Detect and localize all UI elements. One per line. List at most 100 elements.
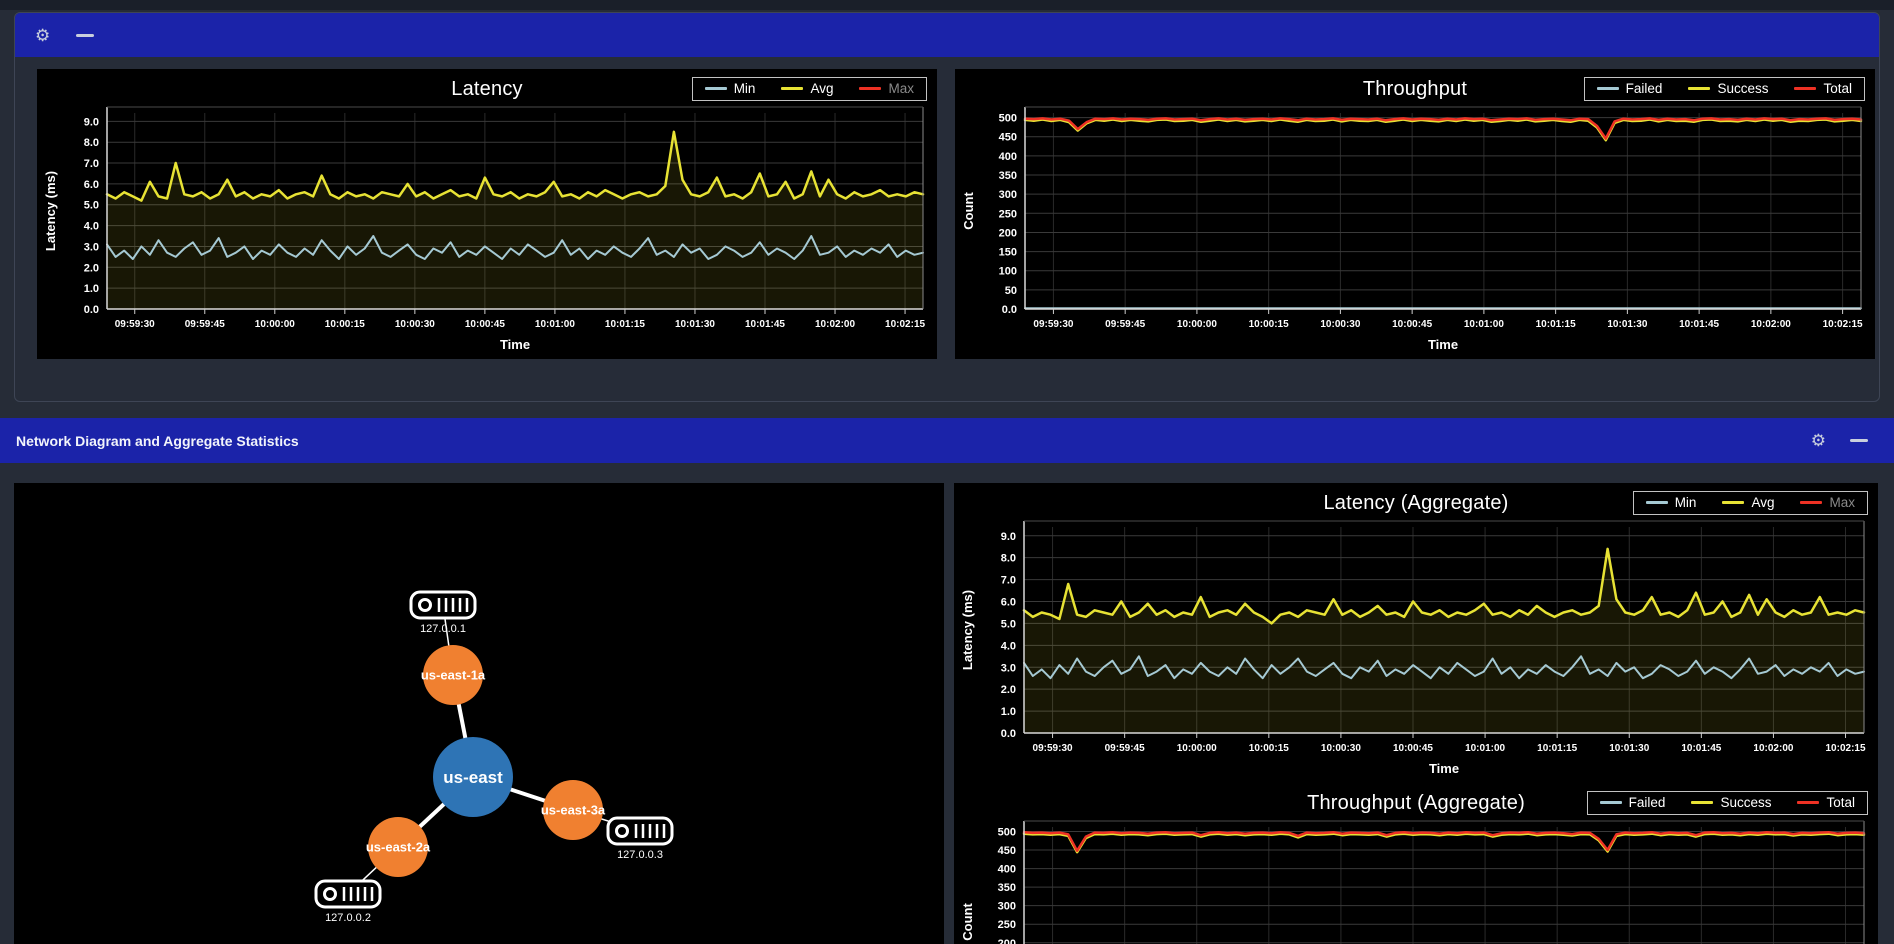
plot-area[interactable]: 9.08.07.06.05.04.03.02.01.00.009:59:3009… [954,483,1878,783]
gear-icon[interactable]: ⚙ [35,27,50,44]
x-tick-label: 10:00:45 [465,319,505,330]
x-tick-label: 09:59:30 [115,319,155,330]
node-label: us-east-3a [541,803,606,818]
network-diagram[interactable]: 127.0.0.1127.0.0.2127.0.0.3us-eastus-eas… [14,483,944,944]
throughput-chart[interactable]: Throughput FailedSuccessTotal 5004504003… [955,69,1875,359]
node-us-east-1a[interactable]: us-east-1a [421,645,486,705]
legend-item-avg[interactable]: Avg [1722,495,1774,510]
y-tick-label: 200 [999,227,1017,239]
y-tick-label: 350 [998,882,1016,894]
y-tick-label: 5.0 [84,200,99,212]
legend-item-success[interactable]: Success [1688,81,1768,96]
throughput-aggregate-chart[interactable]: Throughput (Aggregate) FailedSuccessTota… [954,783,1878,944]
server-icon[interactable] [608,818,672,844]
y-tick-label: 6.0 [1001,597,1016,609]
y-tick-label: 350 [999,170,1017,182]
y-axis-title: Count [960,903,975,941]
y-tick-label: 1.0 [1001,706,1016,718]
legend-item-failed[interactable]: Failed [1600,795,1666,810]
top-strip [0,0,1894,10]
network-panel-header: Network Diagram and Aggregate Statistics… [0,418,1894,463]
x-tick-label: 10:01:15 [1537,743,1577,754]
legend-item-failed[interactable]: Failed [1597,81,1663,96]
panel-title: Network Diagram and Aggregate Statistics [16,433,299,449]
x-tick-label: 09:59:30 [1033,319,1073,330]
legend-item-total[interactable]: Total [1794,81,1852,96]
network-diagram-canvas[interactable]: 127.0.0.1127.0.0.2127.0.0.3us-eastus-eas… [14,483,944,944]
x-tick-label: 10:01:45 [1681,743,1721,754]
y-tick-label: 4.0 [1001,640,1016,652]
y-tick-label: 450 [998,845,1016,857]
latency-chart[interactable]: Latency MinAvgMax 9.08.07.06.05.04.03.02… [37,69,937,359]
throughput-aggregate-legend: Failed Success Total [1587,791,1868,815]
latency-aggregate-chart[interactable]: Latency (Aggregate) MinAvgMax 9.08.07.06… [954,483,1878,783]
charts-panel: ⚙ Latency MinAvgMax 9.08.07.06.05.04.03.… [14,12,1880,402]
y-tick-label: 3.0 [1001,662,1016,674]
y-tick-label: 150 [999,247,1017,259]
latency-legend: Min Avg Max [692,77,927,101]
x-tick-label: 10:00:00 [1177,743,1217,754]
legend-item-total[interactable]: Total [1797,795,1855,810]
server-icon[interactable] [316,881,380,907]
legend-item-max[interactable]: Max [1800,495,1855,510]
y-tick-label: 2.0 [1001,684,1016,696]
server-icon[interactable] [411,592,475,618]
x-tick-label: 10:00:45 [1393,743,1433,754]
host-ip-label: 127.0.0.3 [617,849,663,861]
y-tick-label: 4.0 [84,221,99,233]
legend-item-min[interactable]: Min [705,81,756,96]
y-tick-label: 400 [998,864,1016,876]
x-axis-title: Time [500,337,530,352]
x-tick-label: 10:01:45 [745,319,785,330]
legend-item-success[interactable]: Success [1691,795,1771,810]
x-tick-label: 10:00:15 [325,319,365,330]
y-tick-label: 0.0 [1001,728,1016,740]
x-tick-label: 09:59:45 [185,319,225,330]
y-tick-label: 400 [999,151,1017,163]
x-tick-label: 10:00:00 [255,319,295,330]
x-tick-label: 10:01:15 [605,319,645,330]
y-tick-label: 1.0 [84,283,99,295]
x-tick-label: 10:01:00 [1465,743,1505,754]
host-ip-label: 127.0.0.2 [325,912,371,924]
y-tick-label: 450 [999,132,1017,144]
latency-aggregate-legend: Min Avg Max [1633,491,1868,515]
x-tick-label: 10:02:15 [1826,743,1866,754]
minimize-icon[interactable] [1850,439,1868,442]
legend-item-min[interactable]: Min [1646,495,1697,510]
y-tick-label: 3.0 [84,241,99,253]
plot-area[interactable]: 9.08.07.06.05.04.03.02.01.00.009:59:3009… [37,69,937,359]
x-axis-title: Time [1429,761,1459,776]
x-tick-label: 09:59:45 [1105,743,1145,754]
y-tick-label: 6.0 [84,179,99,191]
y-tick-label: 500 [998,826,1016,838]
y-tick-label: 7.0 [1001,575,1016,587]
y-axis-title: Latency (ms) [43,171,58,251]
y-axis-title: Latency (ms) [960,590,975,670]
node-us-east[interactable]: us-east [433,737,513,817]
y-tick-label: 7.0 [84,158,99,170]
charts-panel-header: ⚙ [15,13,1879,57]
x-tick-label: 10:01:30 [675,319,715,330]
legend-item-avg[interactable]: Avg [781,81,833,96]
x-tick-label: 10:01:00 [1464,319,1504,330]
y-tick-label: 8.0 [84,137,99,149]
y-tick-label: 100 [999,266,1017,278]
node-label: us-east [443,768,503,787]
minimize-icon[interactable] [76,34,94,37]
y-tick-label: 8.0 [1001,553,1016,565]
plot-area[interactable]: 500450400350300250200150100500.009:59:30… [955,69,1875,359]
y-tick-label: 5.0 [1001,618,1016,630]
x-tick-label: 10:00:15 [1249,319,1289,330]
node-label: us-east-1a [421,668,486,683]
legend-item-max[interactable]: Max [859,81,914,96]
gear-icon[interactable]: ⚙ [1811,432,1826,449]
y-tick-label: 200 [998,938,1016,944]
node-label: us-east-2a [366,840,431,855]
node-us-east-3a[interactable]: us-east-3a [541,780,606,840]
x-tick-label: 09:59:45 [1105,319,1145,330]
x-tick-label: 10:00:30 [1320,319,1360,330]
x-tick-label: 10:00:30 [1321,743,1361,754]
y-tick-label: 0.0 [84,304,99,316]
network-panel: Network Diagram and Aggregate Statistics… [0,418,1894,944]
